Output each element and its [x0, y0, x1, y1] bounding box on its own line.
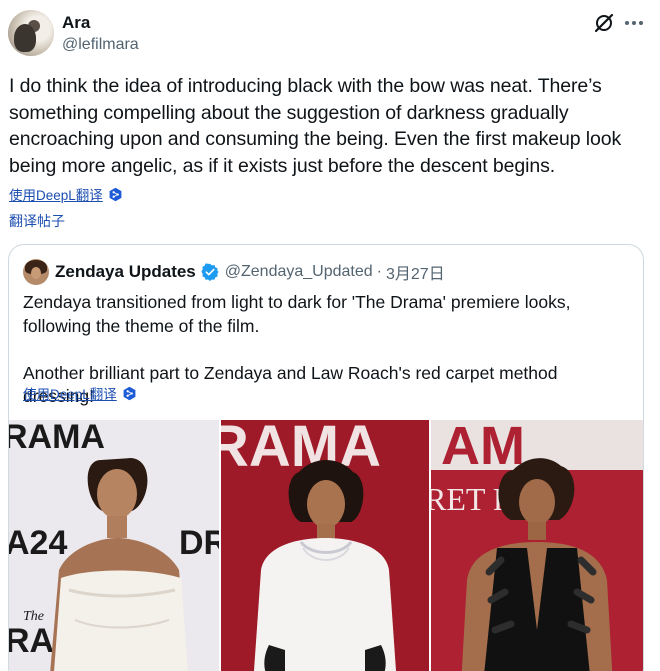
quoted-author-avatar[interactable] — [23, 259, 49, 285]
deepl-icon — [123, 386, 136, 400]
author-avatar[interactable] — [8, 10, 54, 56]
photo-grid: RAMA A24 DR The RAMA RAMA — [9, 420, 643, 671]
backdrop-text: A24 — [9, 524, 67, 562]
author-handle[interactable]: @lefilmara — [62, 36, 139, 54]
author-name[interactable]: Ara — [62, 13, 90, 33]
quoted-text-paragraph-1: Zendaya transitioned from light to dark … — [23, 292, 571, 336]
photo-white-gown[interactable]: RAMA A24 DR The RAMA — [9, 420, 219, 671]
deepl-icon — [109, 187, 122, 201]
post-translate-row: 使用DeepL翻译 — [9, 184, 123, 204]
quoted-avatar-face — [31, 267, 41, 279]
separator-dot: · — [376, 263, 382, 280]
more-options-icon[interactable] — [622, 12, 646, 34]
quoted-author-name[interactable]: Zendaya Updates — [55, 262, 196, 282]
post-header: Ara @lefilmara — [8, 10, 652, 60]
verified-badge-icon — [201, 263, 219, 281]
quoted-author-handle[interactable]: @Zendaya_Updated — [225, 263, 373, 281]
quoted-translate-deepl-link[interactable]: 使用DeepL翻译 — [23, 383, 117, 403]
backdrop-text: DR — [179, 524, 219, 562]
grok-icon[interactable] — [593, 12, 615, 34]
avatar-figure — [14, 24, 36, 52]
translate-post-link[interactable]: 翻译帖子 — [9, 211, 65, 231]
quoted-post-card[interactable]: Zendaya Updates @Zendaya_Updated · 3月27日… — [8, 244, 644, 671]
quoted-post-date[interactable]: 3月27日 — [386, 260, 445, 284]
backdrop-text: RAMA — [9, 420, 105, 456]
photo-white-long-sleeve[interactable]: RAMA — [221, 420, 429, 671]
translate-deepl-link[interactable]: 使用DeepL翻译 — [9, 184, 103, 204]
quoted-translate-row: 使用DeepL翻译 — [23, 383, 137, 403]
backdrop-text: AM — [441, 420, 525, 476]
quoted-post-header: Zendaya Updates @Zendaya_Updated · 3月27日 — [23, 259, 445, 285]
post-text: I do think the idea of introducing black… — [9, 75, 622, 177]
photo-black-gown[interactable]: AM RET PER — [431, 420, 643, 671]
